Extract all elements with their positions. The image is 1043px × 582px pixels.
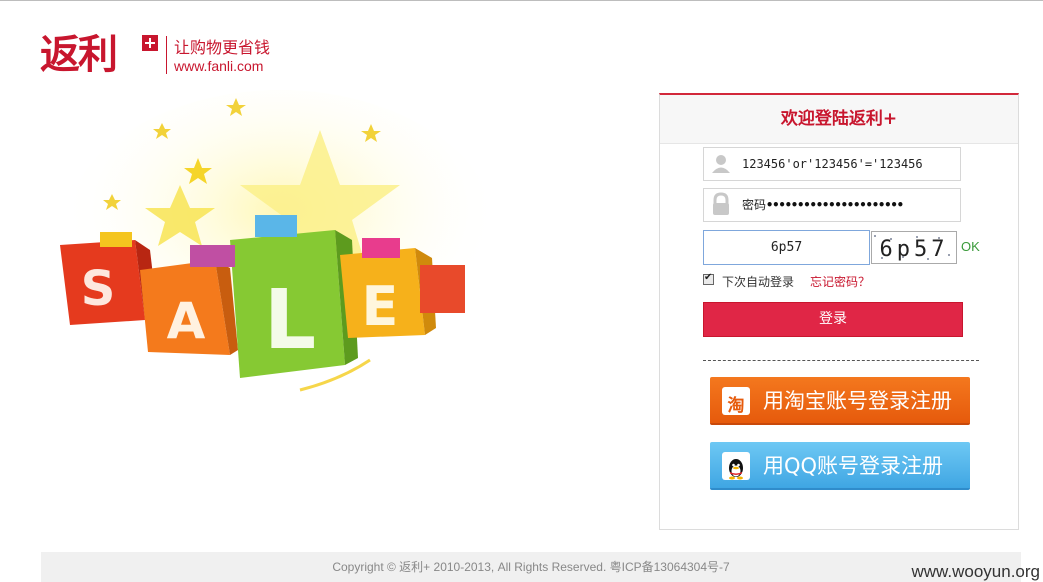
bag-letter-s: S bbox=[81, 261, 116, 317]
username-field[interactable]: 123456'or'123456'='123456 bbox=[703, 147, 961, 181]
logo-divider bbox=[166, 36, 167, 74]
taobao-login-label: 用淘宝账号登录注册 bbox=[763, 389, 952, 413]
logo-url: www.fanli.com bbox=[174, 58, 264, 74]
captcha-status: OK bbox=[961, 239, 980, 254]
taobao-login-button[interactable]: 淘 用淘宝账号登录注册 bbox=[710, 377, 970, 425]
logo-plus-icon bbox=[142, 35, 158, 51]
username-value: 123456'or'123456'='123456 bbox=[742, 157, 923, 171]
captcha-input[interactable]: 6p57 bbox=[703, 230, 870, 265]
logo-slogan: 让购物更省钱 bbox=[174, 38, 271, 57]
login-title: 欢迎登陆返利+ bbox=[660, 95, 1018, 144]
bag-letter-l: L bbox=[264, 273, 316, 368]
remember-label: 下次自动登录 bbox=[722, 275, 795, 289]
footer-copyright: Copyright © 返利+ 2010-2013, All Rights Re… bbox=[41, 552, 1021, 582]
password-value: 密码•••••••••••••••••••••• bbox=[742, 189, 958, 221]
qq-login-label: 用QQ账号登录注册 bbox=[763, 454, 944, 478]
bag-letter-e: E bbox=[362, 275, 399, 338]
watermark: www.wooyun.org bbox=[911, 562, 1040, 581]
login-button[interactable]: 登录 bbox=[703, 302, 963, 337]
login-panel: 欢迎登陆返利+ 123456'or'123456'='123456 密码••••… bbox=[659, 93, 1019, 530]
password-placeholder-label: 密码 bbox=[742, 198, 767, 212]
remember-checkbox[interactable] bbox=[703, 272, 714, 285]
svg-text:淘: 淘 bbox=[728, 395, 745, 416]
user-icon bbox=[704, 148, 738, 180]
top-border bbox=[0, 0, 1043, 1]
sale-banner-illustration: S A L E bbox=[40, 90, 500, 420]
site-logo[interactable]: 返利 让购物更省钱 www.fanli.com bbox=[40, 30, 300, 80]
sale-bags-image: S A L E bbox=[60, 90, 500, 392]
qq-penguin-icon bbox=[722, 452, 750, 480]
taobao-icon: 淘 bbox=[722, 387, 750, 416]
captcha-text: 6p57 bbox=[880, 237, 949, 262]
bag-letter-a: A bbox=[167, 292, 206, 350]
forgot-password-link[interactable]: 忘记密码？ bbox=[810, 273, 870, 290]
logo-mark: 返利 bbox=[40, 32, 118, 78]
divider bbox=[703, 360, 979, 361]
qq-login-button[interactable]: 用QQ账号登录注册 bbox=[710, 442, 970, 490]
password-dots: •••••••••••••••••••••• bbox=[766, 198, 904, 212]
lock-icon bbox=[704, 189, 738, 221]
password-field[interactable]: 密码•••••••••••••••••••••• bbox=[703, 188, 961, 222]
captcha-image[interactable]: 6p57 bbox=[871, 231, 957, 264]
